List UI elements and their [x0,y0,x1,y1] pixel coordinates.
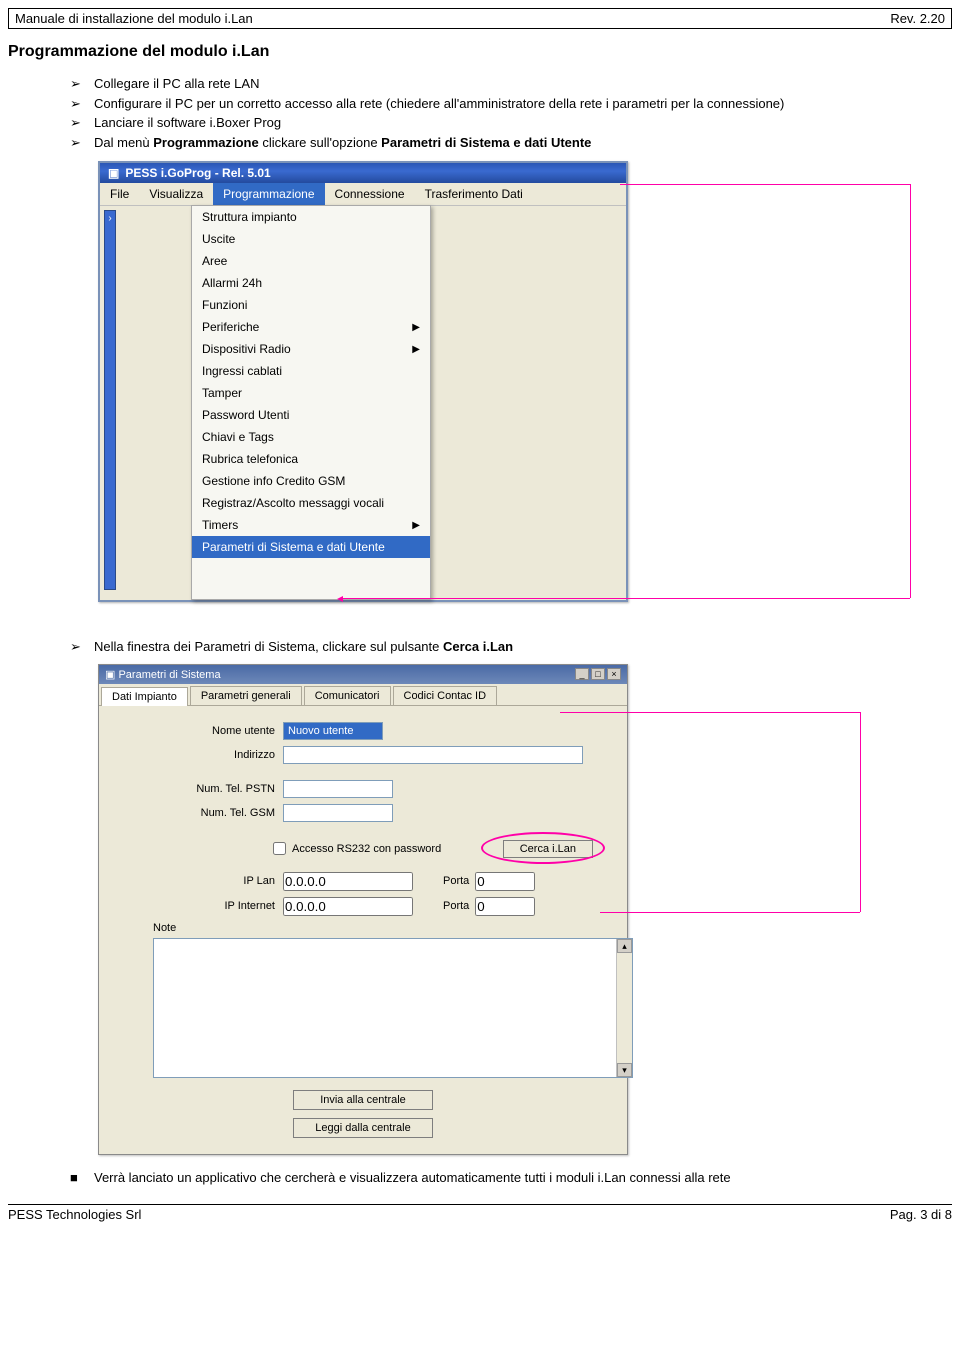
bullet-icon: ➢ [70,95,94,113]
button-leggi-centrale[interactable]: Leggi dalla centrale [293,1118,433,1138]
input-ip-internet[interactable] [283,897,413,916]
callout-line [620,184,910,185]
window-title: PESS i.GoProg - Rel. 5.01 [125,166,270,180]
bullet-icon: ■ [70,1169,94,1187]
input-gsm[interactable] [283,804,393,822]
button-invia-centrale[interactable]: Invia alla centrale [293,1090,433,1110]
scroll-up-icon[interactable]: ▴ [617,939,632,953]
menubar: File Visualizza Programmazione Connessio… [100,183,626,206]
menu-item[interactable]: Timers▶ [192,514,430,536]
maximize-icon[interactable]: □ [591,668,605,680]
menu-item[interactable]: Registraz/Ascolto messaggi vocali [192,492,430,514]
callout-line [910,184,911,598]
close-icon[interactable]: × [607,668,621,680]
screenshot-parametri: ▣ Parametri di Sistema _□× Dati Impianto… [98,664,628,1155]
menu-trasferimento[interactable]: Trasferimento Dati [415,183,533,205]
menu-item[interactable]: Password Utenti [192,404,430,426]
submenu-arrow-icon: ▶ [412,520,420,531]
app-icon: ▣ [108,166,119,180]
menu-item[interactable]: Gestione info Credito GSM [192,470,430,492]
bullet-text: Verrà lanciato un applicativo che cerche… [94,1169,731,1187]
window-title: Parametri di Sistema [118,669,220,681]
footer-left: PESS Technologies Srl [8,1207,141,1222]
scrollbar[interactable]: ▴ ▾ [616,939,632,1077]
textarea-note[interactable]: ▴ ▾ [153,938,633,1078]
label-note: Note [153,922,613,934]
bullet-text: Dal menù Programmazione clickare sull'op… [94,134,591,152]
tab-codici-contac[interactable]: Codici Contac ID [393,686,498,705]
menu-connessione[interactable]: Connessione [325,183,415,205]
input-ip-lan[interactable] [283,872,413,891]
input-nome-utente[interactable] [283,722,383,740]
tab-comunicatori[interactable]: Comunicatori [304,686,391,705]
tab-parametri-generali[interactable]: Parametri generali [190,686,302,705]
checkbox-rs232[interactable] [273,842,286,855]
label-porta: Porta [443,875,469,887]
label-ip-lan: IP Lan [113,875,283,887]
label-checkbox-rs232: Accesso RS232 con password [292,843,441,855]
programmazione-dropdown: Struttura impianto Uscite Aree Allarmi 2… [191,205,431,600]
window-titlebar: ▣ PESS i.GoProg - Rel. 5.01 [100,163,626,183]
doc-header-left: Manuale di installazione del modulo i.La… [15,11,253,26]
menu-item[interactable]: Aree [192,250,430,272]
section-title: Programmazione del modulo i.Lan [8,43,952,61]
bullet-icon: ➢ [70,638,94,656]
input-porta-internet[interactable] [475,897,535,916]
callout-line [560,712,860,713]
label-nome-utente: Nome utente [113,725,283,737]
bullet-text: Configurare il PC per un corretto access… [94,95,784,113]
bullet-icon: ➢ [70,134,94,152]
doc-footer: PESS Technologies Srl Pag. 3 di 8 [8,1204,952,1222]
menu-programmazione[interactable]: Programmazione [213,183,324,205]
label-pstn: Num. Tel. PSTN [113,783,283,795]
tab-dati-impianto[interactable]: Dati Impianto [101,687,188,706]
input-indirizzo[interactable] [283,746,583,764]
label-gsm: Num. Tel. GSM [113,807,283,819]
menu-item[interactable]: Ingressi cablati [192,360,430,382]
menu-visualizza[interactable]: Visualizza [139,183,213,205]
window-titlebar: ▣ Parametri di Sistema _□× [99,665,627,684]
menu-item[interactable]: Funzioni [192,294,430,316]
menu-item[interactable]: Chiavi e Tags [192,426,430,448]
menu-item[interactable]: Tamper [192,382,430,404]
input-porta-lan[interactable] [475,872,535,891]
menu-item[interactable]: Uscite [192,228,430,250]
screenshot-goprog: ▣ PESS i.GoProg - Rel. 5.01 File Visuali… [98,161,628,602]
bullet-text: Lanciare il software i.Boxer Prog [94,114,281,132]
footer-right: Pag. 3 di 8 [890,1207,952,1222]
bullet-icon: ➢ [70,114,94,132]
bullet-icon: ➢ [70,75,94,93]
app-icon: ▣ [105,669,115,681]
menu-item[interactable]: Rubrica telefonica [192,448,430,470]
window-buttons: _□× [573,668,621,680]
doc-header: Manuale di installazione del modulo i.La… [8,8,952,29]
menu-item[interactable]: Struttura impianto [192,206,430,228]
label-ip-internet: IP Internet [113,900,283,912]
label-porta: Porta [443,900,469,912]
submenu-arrow-icon: ▶ [412,322,420,333]
menu-item[interactable]: Allarmi 24h [192,272,430,294]
sidebar-strip: › [104,210,116,590]
menu-item[interactable]: Periferiche▶ [192,316,430,338]
scroll-down-icon[interactable]: ▾ [617,1063,632,1077]
label-indirizzo: Indirizzo [113,749,283,761]
minimize-icon[interactable]: _ [575,668,589,680]
menu-item-parametri-sistema[interactable]: Parametri di Sistema e dati Utente [192,536,430,558]
submenu-arrow-icon: ▶ [412,344,420,355]
button-cerca-ilan[interactable]: Cerca i.Lan [503,840,593,858]
bullet-list-1: ➢Collegare il PC alla rete LAN ➢Configur… [70,75,952,151]
callout-arrow [340,598,910,599]
menu-file[interactable]: File [100,183,139,205]
callout-line [600,912,860,913]
callout-line [860,712,861,912]
tabs: Dati Impianto Parametri generali Comunic… [99,684,627,706]
bullet-text: Collegare il PC alla rete LAN [94,75,259,93]
bullet-list-2: ➢ Nella finestra dei Parametri di Sistem… [70,638,952,656]
doc-header-right: Rev. 2.20 [890,11,945,26]
menu-item[interactable]: Dispositivi Radio▶ [192,338,430,360]
bullet-list-3: ■Verrà lanciato un applicativo che cerch… [70,1169,952,1187]
input-pstn[interactable] [283,780,393,798]
bullet-text: Nella finestra dei Parametri di Sistema,… [94,638,513,656]
